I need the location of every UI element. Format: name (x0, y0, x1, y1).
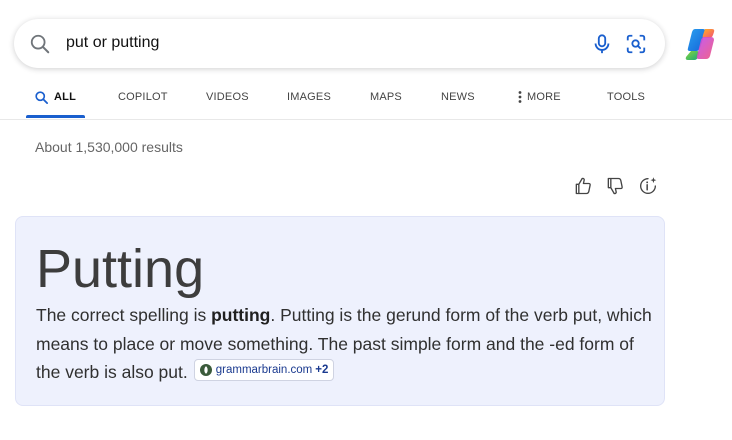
tab-label: MORE (527, 91, 561, 103)
source-favicon-icon (199, 364, 212, 376)
search-icon (30, 34, 50, 54)
answer-highlight: putting (211, 305, 271, 325)
source-name: grammarbrain.com (215, 364, 313, 376)
thumbs-down-icon[interactable] (605, 176, 625, 196)
tab-videos[interactable]: VIDEOS (206, 78, 249, 116)
answer-text-lead: The correct spelling is (36, 305, 212, 325)
answer-title: Putting (36, 239, 205, 299)
info-sparkle-icon[interactable] (638, 176, 658, 196)
tab-label: MAPS (370, 91, 402, 103)
tab-label: ALL (54, 91, 76, 103)
source-chip[interactable]: grammarbrain.com +2 (193, 359, 335, 381)
answer-card: Putting The correct spelling is putting.… (15, 216, 665, 406)
thumbs-up-icon[interactable] (573, 176, 593, 196)
tab-all[interactable]: ALL (34, 78, 76, 116)
source-count: +2 (315, 364, 329, 376)
tab-label: TOOLS (607, 91, 646, 103)
tab-label: NEWS (441, 91, 475, 103)
tab-maps[interactable]: MAPS (370, 78, 402, 116)
tab-label: IMAGES (287, 91, 331, 103)
active-tab-indicator (26, 115, 85, 118)
tab-images[interactable]: IMAGES (287, 78, 331, 116)
copilot-logo[interactable] (683, 26, 719, 62)
tab-label: VIDEOS (206, 91, 249, 103)
search-input[interactable] (66, 31, 566, 55)
results-count: About 1,530,000 results (35, 139, 183, 155)
visual-search-icon[interactable] (625, 33, 647, 55)
answer-text: The correct spelling is putting. Putting… (36, 301, 656, 387)
vertical-dots-icon (518, 91, 522, 103)
search-icon (34, 90, 49, 105)
tab-copilot[interactable]: COPILOT (118, 78, 168, 116)
tab-tools[interactable]: TOOLS (607, 78, 645, 116)
search-box[interactable] (14, 19, 665, 68)
mic-icon[interactable] (591, 33, 613, 55)
tab-more[interactable]: MORE (518, 78, 561, 116)
tab-bar: ALL COPILOT VIDEOS IMAGES MAPS NEWS MORE… (0, 78, 732, 120)
tab-news[interactable]: NEWS (441, 78, 475, 116)
tab-label: COPILOT (118, 91, 168, 103)
